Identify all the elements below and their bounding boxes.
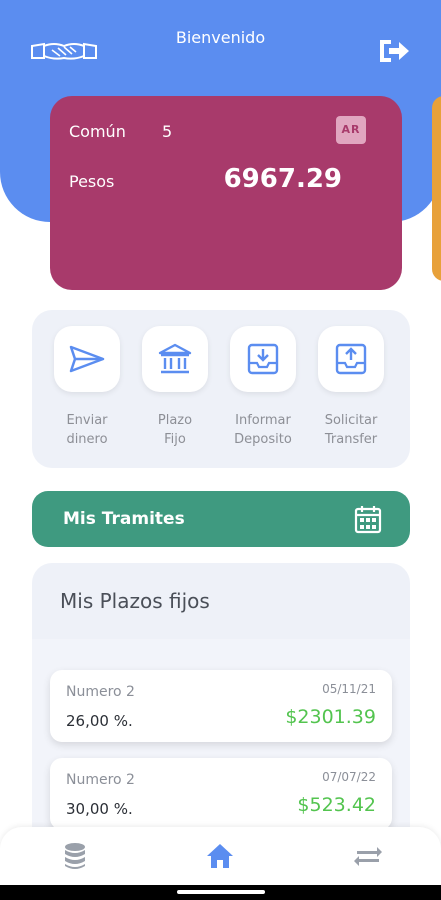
send-icon [69, 345, 105, 373]
request-transfer-button[interactable]: Solicitar Transfer [311, 326, 391, 449]
fixed-term-name: Numero 2 [66, 684, 135, 700]
action-label-line2: dinero [66, 432, 108, 447]
fixed-term-date: 05/11/21 [322, 682, 376, 696]
next-account-card[interactable] [432, 96, 441, 281]
my-procedures-button[interactable]: Mis Tramites [32, 491, 410, 547]
action-label-line2: Fijo [164, 432, 186, 447]
send-icon-box [54, 326, 120, 392]
transfer-arrows-icon[interactable] [353, 841, 383, 871]
fixed-terms-header: Mis Plazos fijos [32, 563, 410, 639]
list-item[interactable]: Numero 2 05/11/21 26,00 %. $2301.39 [50, 670, 392, 742]
bank-icon-box [142, 326, 208, 392]
action-label-line1: Enviar [66, 413, 108, 428]
inbox-download-icon [247, 343, 279, 375]
fixed-term-name: Numero 2 [66, 772, 135, 788]
fixed-term-amount: $2301.39 [285, 706, 376, 728]
account-balance: 6967.29 [223, 164, 342, 194]
action-label-line2: Transfer [324, 432, 378, 447]
bottom-navigation [0, 827, 441, 885]
calendar-icon [354, 506, 382, 534]
action-label-line1: Solicitar [324, 413, 378, 428]
fixed-term-amount: $523.42 [297, 794, 376, 816]
inbox-upload-icon-box [318, 326, 384, 392]
my-procedures-label: Mis Tramites [63, 509, 185, 529]
account-card[interactable]: Común 5 AR Pesos 6967.29 [50, 96, 402, 290]
inbox-download-icon-box [230, 326, 296, 392]
fixed-term-rate: 26,00 %. [66, 712, 133, 730]
fixed-term-date: 07/07/22 [322, 770, 376, 784]
list-item[interactable]: Numero 2 07/07/22 30,00 %. $523.42 [50, 758, 392, 830]
account-type: Común [69, 122, 126, 141]
bank-icon [158, 343, 192, 374]
database-icon[interactable] [60, 841, 90, 871]
home-indicator[interactable] [177, 890, 265, 894]
fixed-term-button[interactable]: Plazo Fijo [135, 326, 215, 449]
account-currency: Pesos [69, 172, 115, 191]
home-icon[interactable] [205, 841, 235, 871]
account-number: 5 [162, 122, 173, 141]
send-money-button[interactable]: Enviar dinero [47, 326, 127, 449]
quick-actions-panel: Enviar dinero Plazo Fijo Informar Deposi… [32, 310, 410, 468]
welcome-title: Bienvenido [175, 28, 266, 47]
action-label-line1: Plazo [157, 413, 193, 428]
report-deposit-button[interactable]: Informar Deposito [223, 326, 303, 449]
action-label-line1: Informar [235, 413, 291, 428]
inbox-upload-icon [335, 343, 367, 375]
logout-icon[interactable] [377, 36, 411, 66]
fixed-terms-title: Mis Plazos fijos [60, 589, 210, 613]
action-label-line2: Deposito [234, 432, 292, 447]
currency-badge: AR [336, 116, 366, 144]
fixed-term-rate: 30,00 %. [66, 800, 133, 818]
